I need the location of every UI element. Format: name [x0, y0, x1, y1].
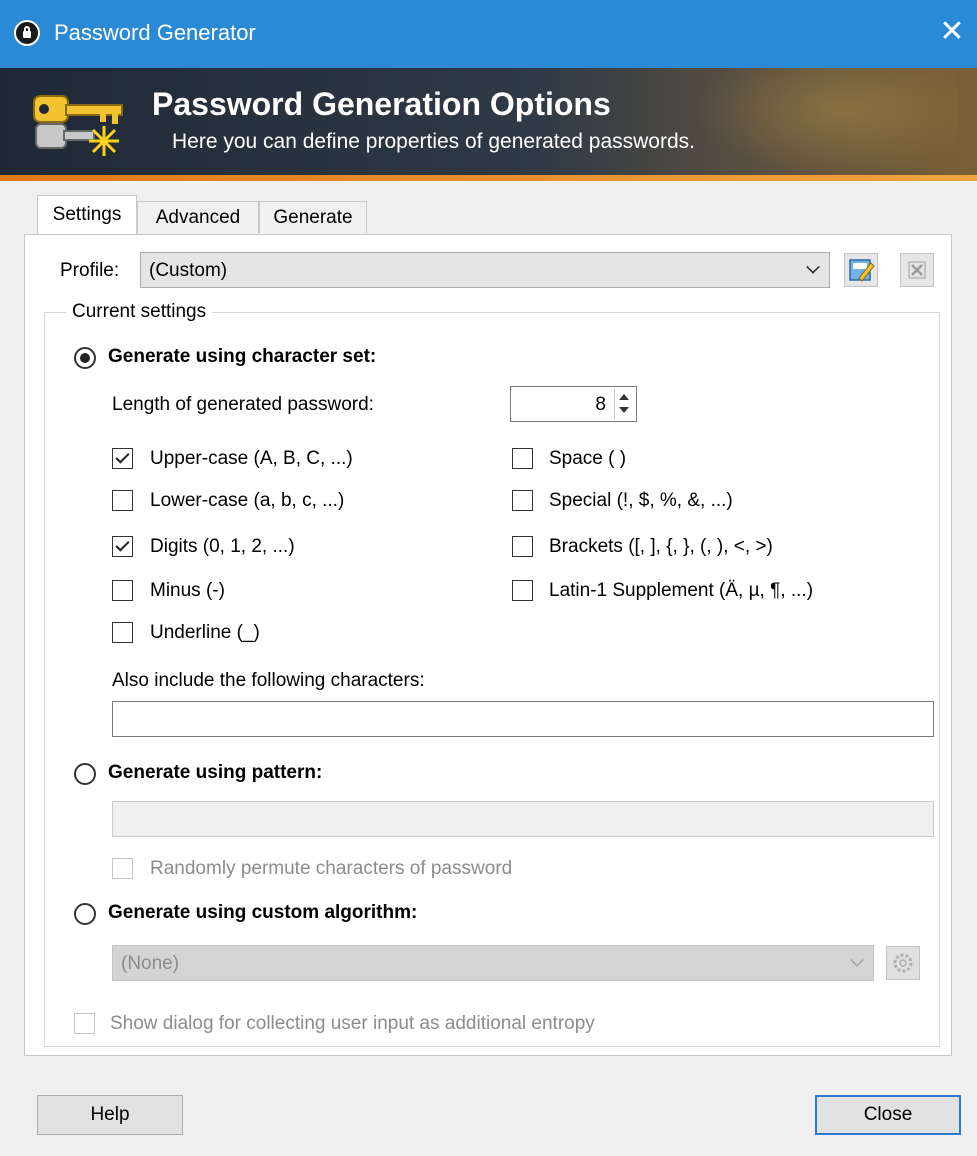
uppercase-label[interactable]: Upper-case (A, B, C, ...) [150, 448, 353, 470]
profile-label: Profile: [60, 260, 120, 281]
current-settings-label: Current settings [66, 301, 213, 323]
charset-radio-label[interactable]: Generate using character set: [108, 346, 376, 368]
minus-checkbox[interactable] [112, 580, 133, 601]
banner: Password Generation Options Here you can… [0, 68, 977, 178]
help-button[interactable]: Help [37, 1095, 183, 1135]
custom-algorithm-value: (None) [121, 953, 180, 974]
lock-icon [14, 20, 40, 46]
lowercase-checkbox[interactable] [112, 490, 133, 511]
tab-settings[interactable]: Settings [37, 195, 137, 234]
custom-algorithm-options-button[interactable] [886, 946, 920, 980]
uppercase-checkbox[interactable] [112, 448, 133, 469]
special-label[interactable]: Special (!, $, %, &, ...) [549, 490, 733, 512]
window-title: Password Generator [54, 20, 256, 45]
underline-checkbox[interactable] [112, 622, 133, 643]
length-value: 8 [595, 394, 606, 415]
also-include-label: Also include the following characters: [112, 670, 425, 691]
brackets-checkbox[interactable] [512, 536, 533, 557]
pattern-input[interactable] [112, 801, 934, 837]
profile-dropdown[interactable]: (Custom) [140, 252, 830, 288]
entropy-checkbox[interactable] [74, 1013, 95, 1034]
banner-accent-line [0, 175, 977, 181]
chevron-down-icon [850, 953, 864, 967]
close-button[interactable]: Close [815, 1095, 961, 1135]
save-profile-button[interactable] [844, 253, 878, 287]
pattern-radio[interactable] [74, 763, 96, 785]
gear-icon [893, 953, 913, 973]
tab-advanced[interactable]: Advanced [137, 201, 259, 233]
save-profile-icon [849, 259, 875, 282]
digits-checkbox[interactable] [112, 536, 133, 557]
entropy-label[interactable]: Show dialog for collecting user input as… [110, 1013, 595, 1035]
digits-label[interactable]: Digits (0, 1, 2, ...) [150, 536, 295, 558]
profile-value: (Custom) [149, 260, 228, 281]
special-checkbox[interactable] [512, 490, 533, 511]
custom-algorithm-dropdown[interactable]: (None) [112, 945, 874, 981]
arrow-down-icon[interactable] [619, 407, 629, 413]
banner-subtitle: Here you can define properties of genera… [172, 130, 695, 153]
lowercase-label[interactable]: Lower-case (a, b, c, ...) [150, 490, 344, 512]
stepper-arrows[interactable] [614, 389, 634, 419]
charset-radio[interactable] [74, 347, 96, 369]
underline-label[interactable]: Underline (_) [150, 622, 260, 644]
close-icon[interactable]: ✕ [937, 14, 967, 50]
custom-algorithm-radio[interactable] [74, 903, 96, 925]
brackets-label[interactable]: Brackets ([, ], {, }, (, ), <, >) [549, 536, 773, 558]
arrow-up-icon[interactable] [619, 394, 629, 400]
space-checkbox[interactable] [512, 448, 533, 469]
title-bar: Password Generator ✕ [0, 0, 977, 68]
custom-algorithm-label[interactable]: Generate using custom algorithm: [108, 902, 417, 924]
length-stepper[interactable]: 8 [510, 386, 637, 422]
latin1-checkbox[interactable] [512, 580, 533, 601]
password-generator-window: Password Generator ✕ Password Generation… [0, 0, 977, 1156]
minus-label[interactable]: Minus (-) [150, 580, 225, 602]
permute-label[interactable]: Randomly permute characters of password [150, 858, 512, 880]
tab-generate[interactable]: Generate [259, 201, 367, 233]
permute-checkbox[interactable] [112, 858, 133, 879]
latin1-label[interactable]: Latin-1 Supplement (Ä, µ, ¶, ...) [549, 580, 813, 602]
banner-decoration [667, 68, 957, 178]
space-label[interactable]: Space ( ) [549, 448, 626, 470]
length-label: Length of generated password: [112, 394, 374, 415]
keys-icon [33, 95, 123, 156]
pattern-radio-label[interactable]: Generate using pattern: [108, 762, 322, 784]
delete-profile-button[interactable] [900, 253, 934, 287]
delete-profile-icon [908, 261, 926, 279]
chevron-down-icon [806, 260, 820, 274]
banner-title: Password Generation Options [152, 86, 611, 122]
also-include-input[interactable] [112, 701, 934, 737]
